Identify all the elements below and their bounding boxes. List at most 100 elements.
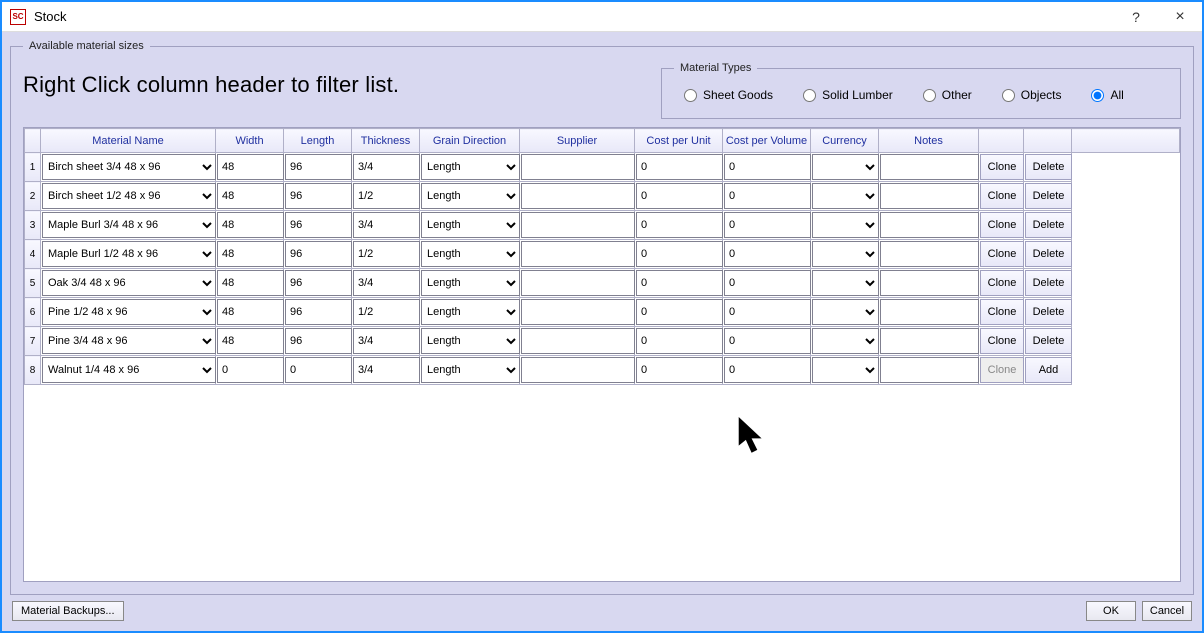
material-type-radio-all[interactable]: [1091, 89, 1104, 102]
material-name-select[interactable]: Oak 3/4 48 x 96: [42, 270, 216, 296]
clone-button[interactable]: Clone: [980, 183, 1024, 209]
delete-button[interactable]: Delete: [1025, 241, 1072, 267]
grain-select[interactable]: LengthWidthNone: [421, 357, 520, 383]
help-button[interactable]: ?: [1114, 3, 1158, 31]
material-type-radio-other[interactable]: [923, 89, 936, 102]
length-input[interactable]: [285, 154, 352, 180]
grain-select[interactable]: LengthWidthNone: [421, 154, 520, 180]
notes-input[interactable]: [880, 154, 979, 180]
cost-per-volume-input[interactable]: [724, 183, 811, 209]
thickness-input[interactable]: [353, 328, 420, 354]
grain-select[interactable]: LengthWidthNone: [421, 212, 520, 238]
header-notes[interactable]: Notes: [879, 129, 979, 153]
material-type-radio-objects[interactable]: [1002, 89, 1015, 102]
delete-button[interactable]: Delete: [1025, 183, 1072, 209]
material-type-objects[interactable]: Objects: [1002, 88, 1062, 102]
clone-button[interactable]: Clone: [980, 299, 1024, 325]
clone-button[interactable]: Clone: [980, 212, 1024, 238]
length-input[interactable]: [285, 212, 352, 238]
width-input[interactable]: [217, 212, 284, 238]
material-type-all[interactable]: All: [1091, 88, 1123, 102]
currency-select[interactable]: USDEURGBP: [812, 328, 879, 354]
material-type-sheet[interactable]: Sheet Goods: [684, 88, 773, 102]
delete-button[interactable]: Delete: [1025, 328, 1072, 354]
currency-select[interactable]: USDEURGBP: [812, 357, 879, 383]
clone-button[interactable]: Clone: [980, 328, 1024, 354]
supplier-input[interactable]: [521, 154, 635, 180]
supplier-input[interactable]: [521, 270, 635, 296]
material-backups-button[interactable]: Material Backups...: [12, 601, 124, 621]
notes-input[interactable]: [880, 212, 979, 238]
notes-input[interactable]: [880, 270, 979, 296]
supplier-input[interactable]: [521, 212, 635, 238]
row-number[interactable]: 3: [25, 211, 41, 240]
row-number[interactable]: 5: [25, 269, 41, 298]
delete-button[interactable]: Delete: [1025, 154, 1072, 180]
currency-select[interactable]: USDEURGBP: [812, 270, 879, 296]
cost-per-volume-input[interactable]: [724, 357, 811, 383]
length-input[interactable]: [285, 241, 352, 267]
header-cpu[interactable]: Cost per Unit: [635, 129, 723, 153]
cancel-button[interactable]: Cancel: [1142, 601, 1192, 621]
material-name-select[interactable]: Birch sheet 3/4 48 x 96: [42, 154, 216, 180]
width-input[interactable]: [217, 154, 284, 180]
grain-select[interactable]: LengthWidthNone: [421, 328, 520, 354]
material-name-select[interactable]: Pine 3/4 48 x 96: [42, 328, 216, 354]
cost-per-volume-input[interactable]: [724, 241, 811, 267]
supplier-input[interactable]: [521, 357, 635, 383]
currency-select[interactable]: USDEURGBP: [812, 154, 879, 180]
header-currency[interactable]: Currency: [811, 129, 879, 153]
notes-input[interactable]: [880, 183, 979, 209]
currency-select[interactable]: USDEURGBP: [812, 212, 879, 238]
cost-per-unit-input[interactable]: [636, 328, 723, 354]
grain-select[interactable]: LengthWidthNone: [421, 183, 520, 209]
width-input[interactable]: [217, 328, 284, 354]
notes-input[interactable]: [880, 328, 979, 354]
cost-per-volume-input[interactable]: [724, 270, 811, 296]
supplier-input[interactable]: [521, 328, 635, 354]
width-input[interactable]: [217, 299, 284, 325]
currency-select[interactable]: USDEURGBP: [812, 183, 879, 209]
thickness-input[interactable]: [353, 357, 420, 383]
length-input[interactable]: [285, 357, 352, 383]
length-input[interactable]: [285, 299, 352, 325]
material-type-radio-sheet[interactable]: [684, 89, 697, 102]
notes-input[interactable]: [880, 357, 979, 383]
currency-select[interactable]: USDEURGBP: [812, 299, 879, 325]
grain-select[interactable]: LengthWidthNone: [421, 241, 520, 267]
delete-button[interactable]: Delete: [1025, 270, 1072, 296]
width-input[interactable]: [217, 241, 284, 267]
cost-per-unit-input[interactable]: [636, 183, 723, 209]
material-name-select[interactable]: Maple Burl 3/4 48 x 96: [42, 212, 216, 238]
material-type-solid[interactable]: Solid Lumber: [803, 88, 893, 102]
supplier-input[interactable]: [521, 241, 635, 267]
clone-button[interactable]: Clone: [980, 154, 1024, 180]
header-supplier[interactable]: Supplier: [520, 129, 635, 153]
header-thickness[interactable]: Thickness: [352, 129, 420, 153]
grain-select[interactable]: LengthWidthNone: [421, 299, 520, 325]
cost-per-volume-input[interactable]: [724, 328, 811, 354]
row-number[interactable]: 7: [25, 327, 41, 356]
cost-per-unit-input[interactable]: [636, 299, 723, 325]
thickness-input[interactable]: [353, 212, 420, 238]
thickness-input[interactable]: [353, 241, 420, 267]
clone-button[interactable]: Clone: [980, 270, 1024, 296]
header-cpv[interactable]: Cost per Volume: [723, 129, 811, 153]
ok-button[interactable]: OK: [1086, 601, 1136, 621]
header-name[interactable]: Material Name: [41, 129, 216, 153]
notes-input[interactable]: [880, 299, 979, 325]
header-rownum[interactable]: [25, 129, 41, 153]
cost-per-volume-input[interactable]: [724, 212, 811, 238]
thickness-input[interactable]: [353, 154, 420, 180]
length-input[interactable]: [285, 270, 352, 296]
row-number[interactable]: 1: [25, 153, 41, 182]
cost-per-unit-input[interactable]: [636, 212, 723, 238]
cost-per-unit-input[interactable]: [636, 270, 723, 296]
header-length[interactable]: Length: [284, 129, 352, 153]
delete-button[interactable]: Delete: [1025, 212, 1072, 238]
thickness-input[interactable]: [353, 270, 420, 296]
material-name-select[interactable]: Walnut 1/4 48 x 96: [42, 357, 216, 383]
currency-select[interactable]: USDEURGBP: [812, 241, 879, 267]
header-width[interactable]: Width: [216, 129, 284, 153]
supplier-input[interactable]: [521, 299, 635, 325]
